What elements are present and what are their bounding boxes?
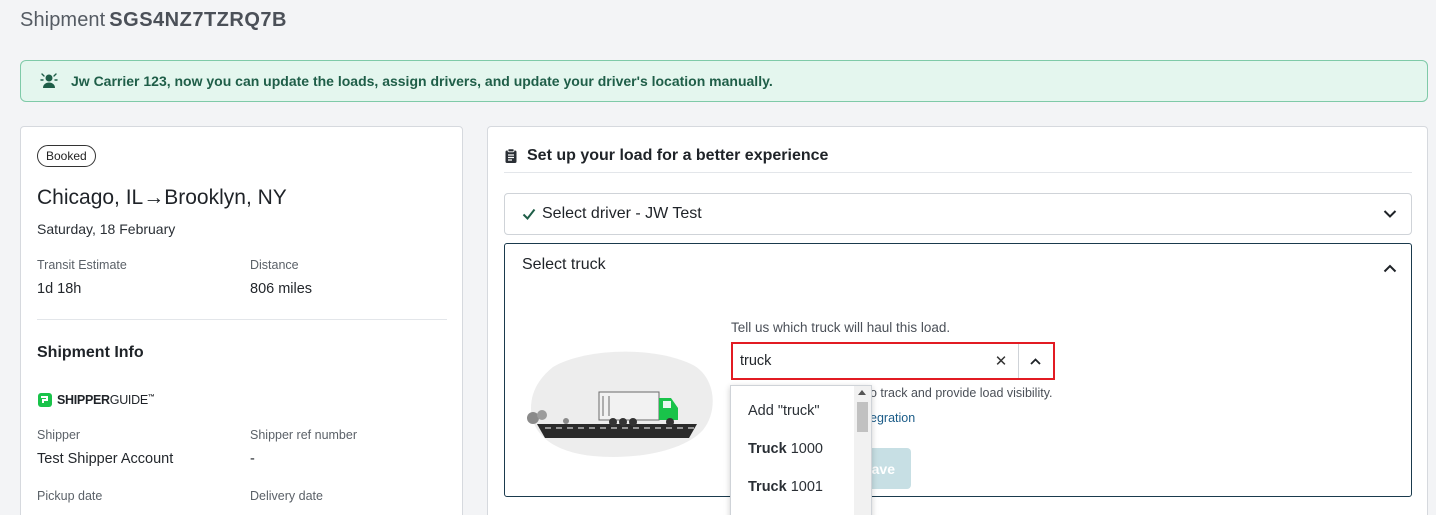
route-title: Chicago, IL→Brooklyn, NY: [37, 186, 287, 209]
shipper-ref-value: -: [250, 451, 255, 467]
clipboard-icon: [505, 148, 517, 163]
shipperguide-logo-icon: [38, 393, 52, 407]
shipment-info-title: Shipment Info: [37, 344, 144, 361]
shipment-id: SGS4NZ7TZRQ7B: [109, 9, 287, 31]
setup-title: Set up your load for a better experience: [527, 147, 829, 164]
page-title: Shipment SGS4NZ7TZRQ7B: [20, 9, 287, 31]
option-add-truck[interactable]: Add "truck": [748, 403, 820, 419]
select-truck-label[interactable]: Select truck: [522, 256, 606, 274]
integration-link[interactable]: egration: [870, 411, 915, 425]
dropdown-scrollbar[interactable]: [854, 386, 871, 515]
truck-combobox: ✕: [731, 342, 1055, 380]
info-banner: Jw Carrier 123, now you can update the l…: [20, 60, 1428, 102]
divider: [37, 319, 447, 320]
transit-value: 1d 18h: [37, 281, 82, 297]
distance-value: 806 miles: [250, 281, 313, 297]
select-driver-label: Select driver - JW Test: [542, 205, 702, 222]
pickup-date-label: Pickup date: [37, 489, 103, 503]
truck-illustration: [527, 351, 713, 457]
check-icon: [522, 208, 536, 220]
delivery-date-label: Delivery date: [250, 489, 323, 503]
divider: [1018, 344, 1019, 378]
select-truck-accordion: Select truck Tell us which truck will ha…: [504, 243, 1412, 497]
setup-header: Set up your load for a better experience: [504, 147, 828, 165]
load-setup-card: Set up your load for a better experience…: [487, 126, 1428, 515]
shipment-summary-card: Booked Chicago, IL→Brooklyn, NY Saturday…: [20, 126, 463, 515]
scroll-up-icon[interactable]: [858, 390, 866, 395]
clear-icon[interactable]: ✕: [991, 349, 1011, 373]
shipper-value: Test Shipper Account: [37, 451, 174, 467]
status-badge: Booked: [37, 145, 96, 167]
shipper-label: Shipper: [37, 428, 81, 442]
shipper-ref-label: Shipper ref number: [250, 428, 358, 442]
distance-label: Distance: [250, 258, 299, 272]
select-driver-accordion[interactable]: Select driver - JW Test: [504, 193, 1412, 235]
truck-prompt: Tell us which truck will haul this load.: [731, 320, 951, 335]
driver-icon: [39, 71, 59, 91]
truck-search-input[interactable]: [740, 351, 980, 371]
chevron-down-icon[interactable]: [1383, 210, 1397, 219]
banner-text: Jw Carrier 123, now you can update the l…: [71, 73, 773, 89]
option-truck-1000[interactable]: Truck 1000: [748, 441, 823, 457]
helper-text: o track and provide load visibility.: [870, 386, 1053, 400]
shipperguide-logo: SHIPPERGUIDE™: [37, 392, 155, 408]
chevron-up-icon[interactable]: [1026, 353, 1044, 369]
scrollbar-thumb[interactable]: [857, 402, 868, 432]
shipment-date: Saturday, 18 February: [37, 221, 176, 237]
transit-label: Transit Estimate: [37, 258, 127, 272]
divider: [504, 172, 1412, 173]
truck-options-dropdown: Add "truck" Truck 1000 Truck 1001: [730, 385, 872, 515]
arrow-icon: →: [143, 186, 165, 209]
chevron-up-icon[interactable]: [1383, 264, 1397, 273]
option-truck-1001[interactable]: Truck 1001: [748, 479, 823, 495]
